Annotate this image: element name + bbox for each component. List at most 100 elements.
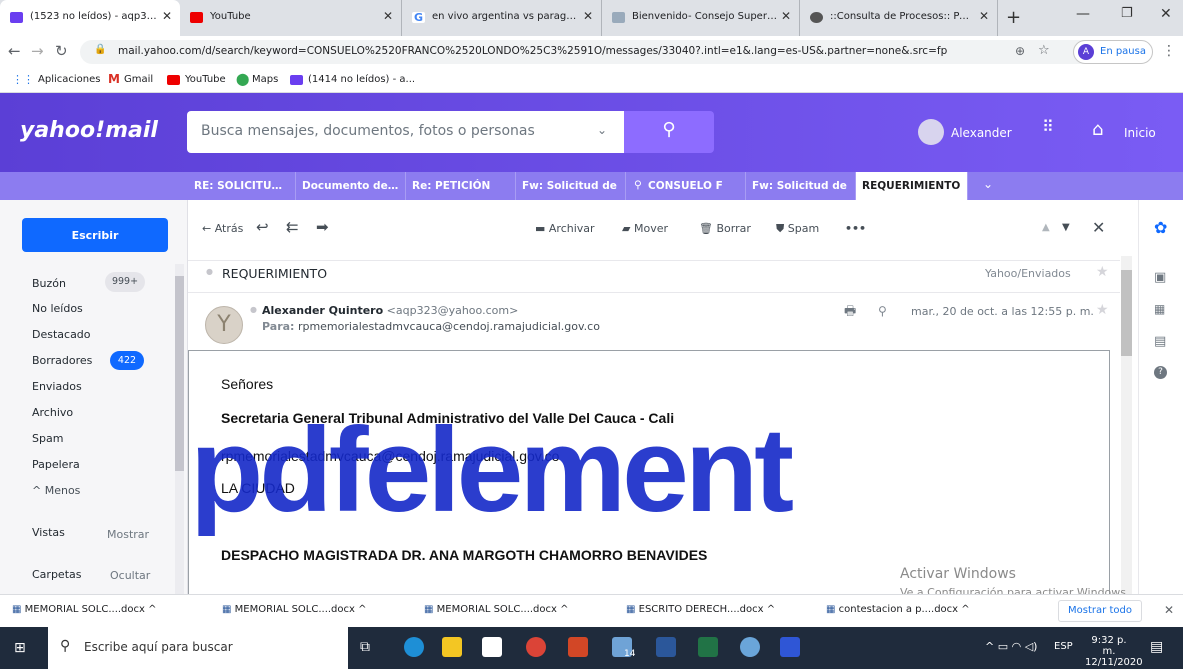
bookmark-maps[interactable]: Maps (252, 74, 278, 85)
reply-icon[interactable]: ↩ (256, 218, 269, 236)
url-field[interactable]: 🔒 mail.yahoo.com/d/search/keyword=CONSUE… (80, 40, 1140, 64)
close-tab-icon[interactable]: ✕ (383, 9, 393, 23)
less-toggle[interactable]: ^ Menos (32, 484, 80, 497)
tab-message[interactable]: Fw: Solicitud de (746, 172, 856, 200)
powerpoint-icon[interactable] (568, 637, 588, 657)
help-icon[interactable]: ? (1154, 366, 1167, 379)
store-icon[interactable] (482, 637, 502, 657)
back-arrow-icon[interactable]: ← (8, 42, 21, 60)
home-icon[interactable]: ⌂ (1092, 119, 1103, 140)
folders-hide[interactable]: Ocultar (110, 569, 150, 582)
file-explorer-icon[interactable] (442, 637, 462, 657)
menu-kebab-icon[interactable]: ⋮ (1162, 43, 1176, 59)
folder-sent[interactable]: Enviados (32, 380, 82, 393)
close-tab-icon[interactable]: ✕ (781, 9, 791, 23)
tab-consejo-superior[interactable]: Bienvenido- Consejo Superior ✕ (602, 0, 800, 36)
folder-trash[interactable]: Papelera (32, 458, 80, 471)
download-item[interactable]: ▦ contestacion a p....docx ^ (826, 604, 970, 615)
show-all-button[interactable]: Mostrar todo (1058, 600, 1142, 622)
close-message-icon[interactable]: ✕ (1092, 218, 1105, 237)
tab-search-consuelo[interactable]: ⚲ CONSUELO F (626, 172, 746, 200)
tab-message[interactable]: Documento de A (296, 172, 406, 200)
forward-icon[interactable]: ➡ (316, 218, 329, 236)
tab-youtube[interactable]: YouTube ✕ (180, 0, 402, 36)
contacts-icon[interactable]: ▣ (1154, 270, 1166, 285)
download-item[interactable]: ▦ MEMORIAL SOLC....docx ^ (12, 604, 157, 615)
user-name[interactable]: Alexander (951, 126, 1012, 140)
folder-inbox[interactable]: Buzón (32, 277, 66, 290)
tab-message[interactable]: RE: SOLICITUD D (188, 172, 296, 200)
star-icon[interactable]: ☆ (1038, 43, 1050, 58)
tab-google-search[interactable]: G en vivo argentina vs paraguay ✕ (402, 0, 602, 36)
message-scrollbar[interactable] (1121, 256, 1132, 594)
calendar-icon[interactable]: ▦ (1154, 302, 1165, 316)
notifications-icon[interactable]: ▤ (1150, 639, 1163, 655)
app-icon[interactable] (740, 637, 760, 657)
forward-arrow-icon[interactable]: → (31, 42, 44, 60)
previous-message-icon[interactable]: ▲ (1042, 222, 1050, 233)
more-options-icon[interactable]: ••• (845, 222, 866, 235)
close-tab-icon[interactable]: ✕ (979, 9, 989, 23)
tab-yahoo-mail[interactable]: (1523 no leídos) - aqp323@ya ✕ (0, 0, 180, 36)
zoom-icon[interactable]: ⊕ (1015, 44, 1025, 58)
system-tray-icons[interactable]: ^ ▭ ◠ ◁) (985, 640, 1037, 653)
minimize-icon[interactable]: — (1076, 6, 1090, 22)
avatar[interactable]: Y (205, 306, 243, 344)
gear-icon[interactable]: ✿ (1154, 218, 1167, 237)
restore-icon[interactable]: ❐ (1121, 6, 1133, 21)
back-button[interactable]: ← Atrás (202, 222, 243, 235)
bookmark-apps[interactable]: Aplicaciones (38, 74, 100, 85)
reload-icon[interactable]: ↻ (55, 42, 68, 60)
bookmark-yahoo[interactable]: (1414 no leídos) - a... (308, 74, 415, 85)
folder-starred[interactable]: Destacado (32, 328, 91, 341)
folder-unread[interactable]: No leídos (32, 302, 83, 315)
tab-consulta-procesos[interactable]: ::Consulta de Procesos:: Págin ✕ (800, 0, 998, 36)
search-button[interactable]: ⚲ (624, 111, 714, 153)
chrome-icon[interactable] (526, 637, 546, 657)
excel-icon[interactable] (698, 637, 718, 657)
profile-status-button[interactable]: A En pausa (1073, 40, 1153, 64)
apps-grid-icon[interactable]: ⠿ (1042, 117, 1054, 136)
archive-button[interactable]: ▬ Archivar (535, 222, 595, 235)
bookmark-youtube[interactable]: YouTube (185, 74, 226, 85)
yahoo-mail-logo[interactable]: yahoo!mail (20, 118, 158, 143)
close-tab-icon[interactable]: ✕ (583, 9, 593, 23)
tab-message-active[interactable]: REQUERIMIENTO (856, 172, 968, 200)
notepad-icon[interactable]: ▤ (1154, 334, 1166, 349)
sidebar-scrollbar[interactable] (175, 264, 184, 594)
delete-button[interactable]: 🗑 Borrar (699, 222, 751, 235)
download-item[interactable]: ▦ MEMORIAL SOLC....docx ^ (222, 604, 367, 615)
task-view-icon[interactable]: ⧉ (360, 639, 370, 655)
compose-button[interactable]: Escribir (22, 218, 168, 252)
windows-start-icon[interactable]: ⊞ (14, 640, 26, 656)
sender[interactable]: Alexander Quintero <aqp323@yahoo.com> (262, 304, 518, 317)
home-link[interactable]: Inicio (1124, 126, 1156, 140)
clock[interactable]: 9:32 p. m. 12/11/2020 (1085, 635, 1143, 668)
spam-button[interactable]: ⛊ Spam (776, 222, 819, 236)
star-icon[interactable]: ★ (1096, 302, 1109, 318)
bookmark-gmail[interactable]: Gmail (124, 74, 153, 85)
download-item[interactable]: ▦ ESCRITO DERECH....docx ^ (626, 604, 775, 615)
avatar[interactable] (918, 119, 944, 145)
new-tab-icon[interactable]: + (1006, 7, 1021, 28)
search-input[interactable]: Busca mensajes, documentos, fotos o pers… (187, 111, 624, 153)
folder-drafts[interactable]: Borradores (32, 354, 92, 367)
pdfelement-icon[interactable] (780, 637, 800, 657)
word-icon[interactable] (656, 637, 676, 657)
close-icon[interactable]: ✕ (1164, 603, 1174, 617)
tab-message[interactable]: Re: PETICIÓN (406, 172, 516, 200)
chevron-down-icon[interactable]: ⌄ (597, 123, 607, 137)
close-tab-icon[interactable]: ✕ (162, 9, 172, 23)
edge-icon[interactable] (404, 637, 424, 657)
language-indicator[interactable]: ESP (1054, 641, 1073, 652)
star-icon[interactable]: ★ (1096, 264, 1109, 280)
taskbar-search-input[interactable]: ⚲ Escribe aquí para buscar (48, 627, 348, 669)
chevron-down-icon[interactable]: ⌄ (983, 177, 993, 191)
move-button[interactable]: ▰ Mover (622, 222, 668, 235)
reply-all-icon[interactable]: ⇇ (286, 218, 299, 236)
download-item[interactable]: ▦ MEMORIAL SOLC....docx ^ (424, 604, 569, 615)
close-window-icon[interactable]: ✕ (1160, 6, 1172, 22)
tab-message[interactable]: Fw: Solicitud de (516, 172, 626, 200)
folder-archive[interactable]: Archivo (32, 406, 73, 419)
print-icon[interactable]: 🖶 (844, 302, 856, 324)
